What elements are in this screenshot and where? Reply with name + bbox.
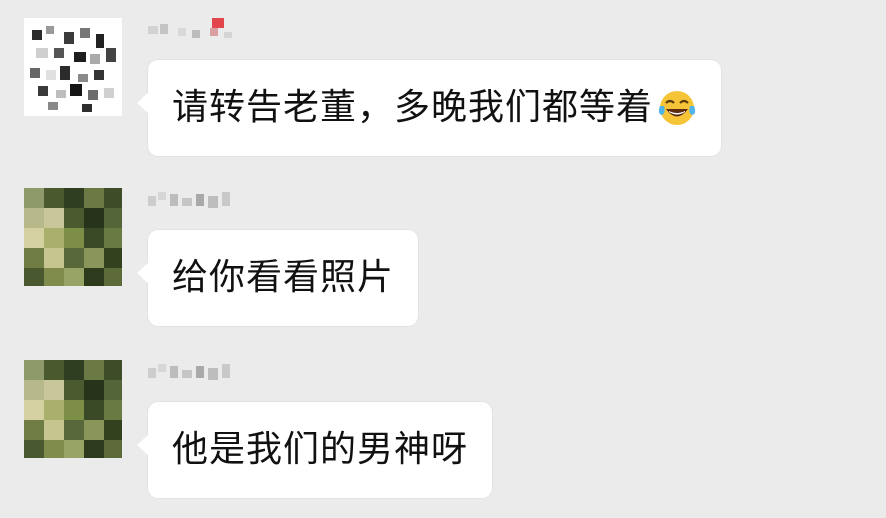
chat-message-list: 请转告老董，多晚我们都等着 给你看看照片 他是我们的男神呀 [0, 0, 886, 518]
pixelated-photo-avatar-icon[interactable] [24, 360, 122, 458]
sender-name-blurred [148, 14, 258, 44]
message-bubble[interactable]: 给你看看照片 [136, 230, 419, 326]
pixelated-photo-avatar-icon[interactable] [24, 188, 122, 286]
message-bubble[interactable]: 他是我们的男神呀 [136, 402, 493, 498]
message-text: 请转告老董，多晚我们都等着 [172, 87, 654, 128]
message-bubble[interactable]: 请转告老董，多晚我们都等着 [136, 60, 722, 156]
pixelated-avatar-icon[interactable] [24, 18, 122, 116]
tears-of-joy-emoji-icon [657, 88, 697, 128]
sender-name-blurred [148, 184, 258, 214]
sender-name-blurred [148, 356, 258, 386]
message-text: 给你看看照片 [172, 257, 395, 298]
message-text: 他是我们的男神呀 [172, 429, 469, 470]
